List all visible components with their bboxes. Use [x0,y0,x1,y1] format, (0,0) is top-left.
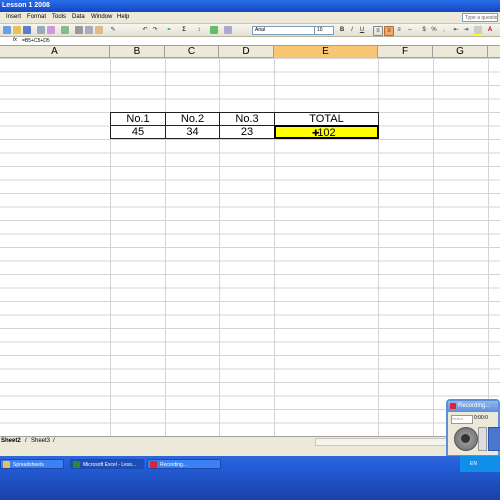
language-indicator[interactable]: EN [470,461,477,467]
chart-wizard-icon[interactable] [210,26,218,34]
cell-b4[interactable]: No.1 [110,112,166,126]
recording-title[interactable]: Recording... [448,401,498,412]
format-painter-icon[interactable]: ✎ [109,26,117,34]
column-header-a[interactable]: A [0,46,110,58]
status-bar [0,447,500,456]
column-header-e[interactable]: E [274,46,378,58]
autosum-icon[interactable]: Σ [180,26,188,34]
folder-icon [3,461,10,468]
help-search-input[interactable]: Type a questio [462,13,498,22]
cut-icon[interactable] [75,26,83,34]
function-icon[interactable]: fx [13,37,17,43]
font-size-select[interactable]: 10 [314,26,334,35]
merge-center-icon[interactable]: ⇔ [406,26,414,34]
underline-button[interactable]: U [358,26,366,34]
record-dot-icon [461,434,470,443]
column-header-d[interactable]: D [219,46,274,58]
cell-c5[interactable]: 34 [165,125,220,139]
open-icon[interactable] [13,26,21,34]
record-button[interactable] [454,427,478,451]
italic-button[interactable]: I [348,26,356,34]
recording-time: 0:00:0 [474,415,488,421]
recorder-source-select[interactable]: Select [451,415,473,424]
currency-icon[interactable]: $ [420,26,428,34]
column-header-c[interactable]: C [165,46,219,58]
menu-data[interactable]: Data [72,14,85,20]
column-header-row: A B C D E F G [0,46,500,58]
sheet-tab-bar: Sheet2 / Sheet3 / [0,436,500,447]
fill-color-icon[interactable] [474,26,482,36]
menu-format[interactable]: Format [27,14,46,20]
menu-tools[interactable]: Tools [52,14,66,20]
cell-d5[interactable]: 23 [219,125,275,139]
save-icon[interactable] [23,26,31,34]
system-tray [460,456,500,472]
undo-icon[interactable]: ↶ [141,26,149,34]
align-left-icon[interactable]: ≡ [373,26,383,36]
hyperlink-icon[interactable]: ⚭ [165,26,173,34]
decrease-indent-icon[interactable]: ⇤ [452,26,460,34]
print-icon[interactable] [37,26,45,34]
align-center-icon[interactable]: ≡ [384,26,394,36]
cell-d4[interactable]: No.3 [219,112,275,126]
taskbar: Spreadsheets Microsoft Excel - Less... R… [0,456,500,500]
percent-icon[interactable]: % [430,26,438,34]
recording-window[interactable]: Recording... Select 0:00:0 [446,399,500,457]
record-options-dropdown[interactable] [478,427,487,451]
worksheet-grid[interactable]: No.1 No.2 No.3 TOTAL 45 34 23 102 ✚ [0,58,500,436]
column-header-b[interactable]: B [110,46,165,58]
window-title-bar: Lesson 1 2008 [0,0,500,12]
menu-insert[interactable]: Insert [6,14,21,20]
taskbar-recording[interactable]: Recording... [147,459,221,469]
window-title: Lesson 1 2008 [2,2,50,9]
tab-sheet2[interactable]: Sheet2 [1,438,21,444]
menu-help[interactable]: Help [117,14,129,20]
taskbar-excel[interactable]: Microsoft Excel - Less... [70,459,144,469]
cell-c4[interactable]: No.2 [165,112,220,126]
new-icon[interactable] [3,26,11,34]
taskbar-spreadsheets[interactable]: Spreadsheets [0,459,64,469]
cell-e4[interactable]: TOTAL [274,112,379,126]
redo-icon[interactable]: ↷ [151,26,159,34]
cell-e5-selected[interactable]: 102 [274,125,379,139]
recorder-icon [450,403,456,409]
menu-bar: Insert Format Tools Data Window Help Typ… [0,12,500,24]
column-header-g[interactable]: G [433,46,488,58]
zoom-icon[interactable] [224,26,232,34]
align-right-icon[interactable]: ≡ [395,26,403,34]
formula-bar[interactable]: fx =B5+C5+D5 [0,37,500,46]
menu-window[interactable]: Window [91,14,112,20]
bold-button[interactable]: B [338,26,346,34]
increase-indent-icon[interactable]: ⇥ [462,26,470,34]
cell-b5[interactable]: 45 [110,125,166,139]
paste-icon[interactable] [95,26,103,34]
comma-icon[interactable]: , [440,26,448,34]
excel-icon [73,461,80,468]
recording-title-text: Recording... [458,403,491,409]
sort-icon[interactable]: ↕ [195,26,203,34]
cursor-icon: ✚ [312,128,320,138]
copy-icon[interactable] [85,26,93,34]
font-color-icon[interactable]: A [486,26,494,34]
recorder-taskbar-icon [150,461,157,468]
formula-text[interactable]: =B5+C5+D5 [22,38,50,44]
tab-sheet3[interactable]: Sheet3 [31,438,50,444]
column-header-f[interactable]: F [378,46,433,58]
pause-button[interactable] [488,427,500,451]
preview-icon[interactable] [47,26,55,34]
spelling-icon[interactable] [61,26,69,34]
formatting-toolbar: ✎ ↶ ↷ ⚭ Σ ↕ Arial 10 B I U ≡ ≡ ≡ ⇔ $ % ,… [0,24,500,37]
